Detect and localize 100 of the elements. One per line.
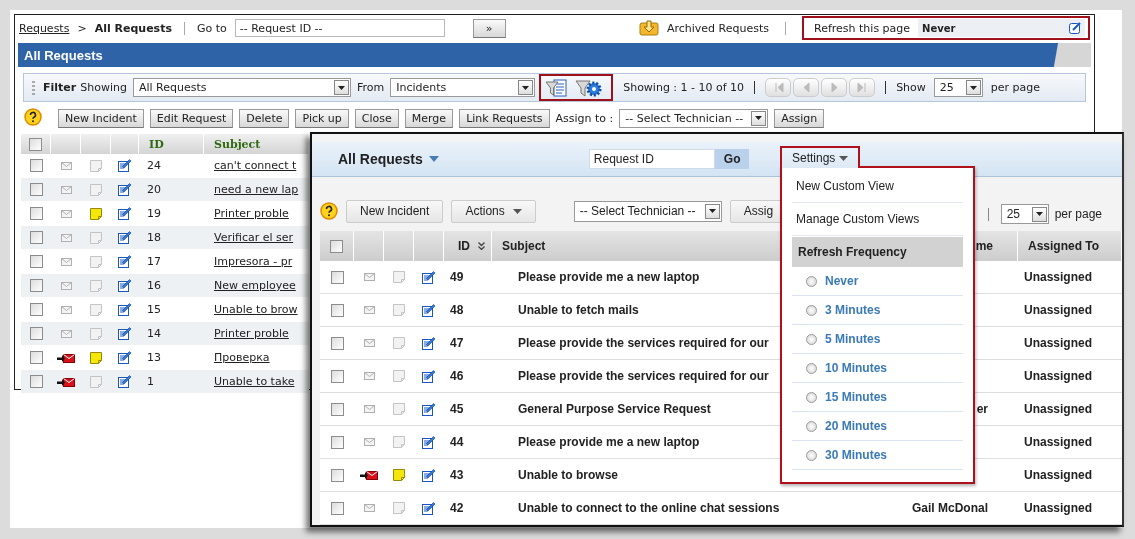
- subject-link[interactable]: Printer proble: [214, 327, 289, 340]
- column-header[interactable]: Subject: [204, 134, 309, 154]
- radio-button[interactable]: [806, 449, 817, 461]
- toolbar-button[interactable]: Pick up: [295, 108, 349, 128]
- checkbox[interactable]: [29, 137, 42, 151]
- table-row[interactable]: 14 Printer proble: [21, 322, 309, 346]
- radio-button[interactable]: [806, 333, 817, 345]
- help-icon[interactable]: [24, 107, 42, 126]
- subject-link[interactable]: Unable to brow: [214, 303, 298, 316]
- last-page-button[interactable]: [849, 78, 876, 97]
- radio-button[interactable]: [806, 304, 817, 316]
- table-row[interactable]: 20 need a new lap: [21, 178, 309, 202]
- checkbox[interactable]: [29, 207, 43, 220]
- checkbox[interactable]: [330, 336, 344, 350]
- edit-icon[interactable]: [422, 402, 436, 416]
- edit-icon[interactable]: [118, 303, 132, 316]
- go-button[interactable]: Go: [714, 149, 750, 169]
- checkbox[interactable]: [29, 159, 43, 172]
- edit-icon[interactable]: [422, 270, 436, 284]
- toolbar-button[interactable]: Delete: [239, 108, 290, 128]
- actions-button[interactable]: Actions: [451, 199, 536, 223]
- checkbox[interactable]: [330, 270, 344, 284]
- settings-tab[interactable]: Settings: [780, 146, 861, 168]
- toolbar-button[interactable]: Close: [354, 108, 399, 128]
- column-header[interactable]: ID: [458, 239, 470, 253]
- checkbox[interactable]: [29, 255, 43, 268]
- edit-icon[interactable]: [118, 207, 132, 220]
- edit-icon[interactable]: [118, 279, 132, 292]
- new-incident-button[interactable]: New Incident: [346, 199, 444, 223]
- column-header[interactable]: Assigned To: [1018, 231, 1122, 261]
- edit-icon[interactable]: [118, 375, 132, 388]
- edit-icon[interactable]: [422, 468, 436, 482]
- edit-icon[interactable]: [118, 327, 132, 340]
- checkbox[interactable]: [29, 327, 43, 340]
- refresh-option[interactable]: 10 Minutes: [825, 361, 887, 375]
- checkbox[interactable]: [29, 231, 43, 244]
- checkbox[interactable]: [29, 375, 43, 388]
- archived-requests-link[interactable]: Archived Requests: [666, 21, 769, 35]
- column-header[interactable]: ID: [139, 134, 204, 154]
- edit-icon[interactable]: [422, 369, 436, 383]
- refresh-option[interactable]: 5 Minutes: [825, 332, 881, 346]
- checkbox[interactable]: [330, 239, 343, 253]
- checkbox[interactable]: [330, 501, 344, 515]
- edit-icon[interactable]: [118, 351, 132, 364]
- technician-select[interactable]: -- Select Technician --: [573, 200, 722, 222]
- request-id-field[interactable]: Request ID: [588, 149, 715, 169]
- column-header[interactable]: [21, 134, 51, 154]
- edit-icon[interactable]: [118, 255, 132, 268]
- menu-item[interactable]: New Custom View: [792, 170, 963, 203]
- radio-button[interactable]: [806, 275, 817, 287]
- sort-icon[interactable]: [478, 242, 485, 250]
- request-id-field[interactable]: -- Request ID --: [234, 19, 445, 37]
- checkbox[interactable]: [330, 369, 344, 383]
- refresh-option[interactable]: 3 Minutes: [825, 303, 881, 317]
- checkbox[interactable]: [330, 303, 344, 317]
- archive-box-icon[interactable]: [638, 20, 659, 36]
- per-page-select[interactable]: 25: [1000, 204, 1049, 224]
- table-row[interactable]: 18 Verificar el ser: [21, 226, 309, 250]
- subject-cell[interactable]: Unable to connect to the online chat sessions: [492, 492, 892, 525]
- edit-icon[interactable]: [118, 159, 132, 172]
- toolbar-button[interactable]: Edit Request: [149, 108, 234, 128]
- subject-link[interactable]: Verificar el ser: [214, 231, 294, 244]
- edit-icon[interactable]: [422, 336, 436, 350]
- toolbar-button[interactable]: Link Requests: [459, 108, 550, 128]
- edit-icon[interactable]: [422, 303, 436, 317]
- assign-button[interactable]: Assign: [774, 108, 825, 128]
- subject-link[interactable]: Impresora - pr: [214, 255, 293, 268]
- breadcrumb-link[interactable]: Requests: [19, 21, 70, 35]
- column-header[interactable]: [320, 231, 354, 261]
- table-row[interactable]: 1 Unable to take: [21, 370, 309, 394]
- checkbox[interactable]: [330, 402, 344, 416]
- next-page-icon[interactable]: [828, 82, 840, 93]
- subject-link[interactable]: need a new lap: [214, 183, 299, 196]
- subject-link[interactable]: Unable to take: [214, 375, 295, 388]
- checkbox[interactable]: [29, 303, 43, 316]
- edit-icon[interactable]: [118, 183, 132, 196]
- next-page-button[interactable]: [821, 78, 848, 97]
- filter-gear-icon[interactable]: [575, 78, 604, 97]
- subject-link[interactable]: Printer proble: [214, 207, 289, 220]
- checkbox[interactable]: [29, 351, 43, 364]
- refresh-option[interactable]: Never: [825, 274, 859, 288]
- caret-icon[interactable]: [428, 156, 439, 162]
- checkbox[interactable]: [29, 183, 43, 196]
- view-title[interactable]: All Requests: [338, 151, 423, 167]
- help-icon[interactable]: [320, 202, 338, 220]
- previous-page-button[interactable]: [793, 78, 820, 97]
- radio-button[interactable]: [806, 420, 817, 432]
- first-page-icon[interactable]: [772, 82, 784, 93]
- filter-list-icon[interactable]: [545, 78, 568, 97]
- edit-icon[interactable]: [422, 501, 436, 515]
- checkbox[interactable]: [29, 279, 43, 292]
- subject-link[interactable]: New employee: [214, 279, 296, 292]
- view-select[interactable]: All Requests: [132, 78, 351, 97]
- refresh-option[interactable]: 15 Minutes: [825, 390, 887, 404]
- drag-handle-icon[interactable]: [32, 80, 35, 95]
- edit-icon[interactable]: [1069, 22, 1081, 34]
- toolbar-button[interactable]: New Incident: [58, 108, 144, 128]
- refresh-option[interactable]: 30 Minutes: [825, 448, 887, 462]
- module-select[interactable]: Incidents: [390, 78, 536, 97]
- edit-icon[interactable]: [118, 231, 132, 244]
